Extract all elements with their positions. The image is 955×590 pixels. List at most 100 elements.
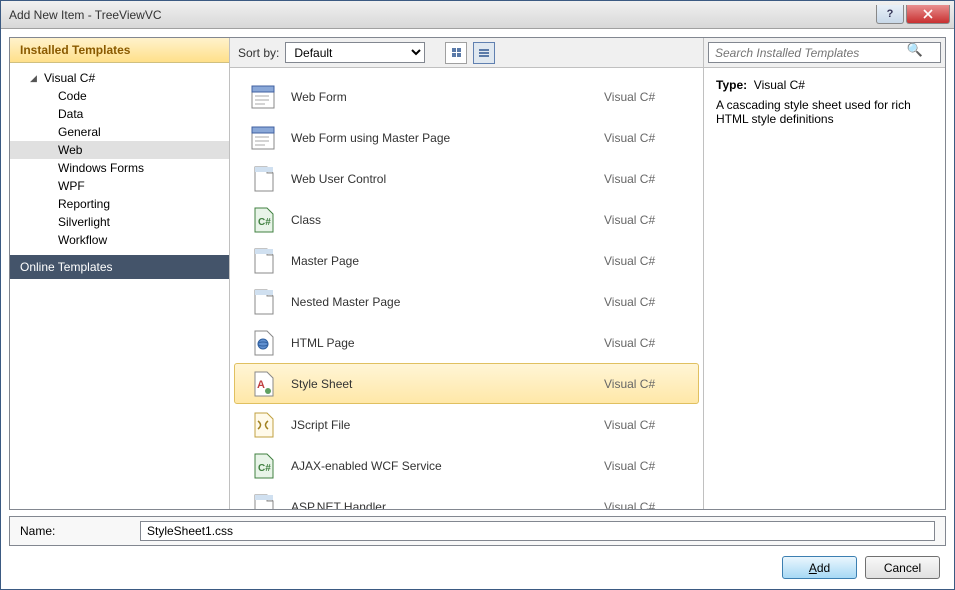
tree-node-code[interactable]: Code bbox=[10, 87, 229, 105]
tree-node-general[interactable]: General bbox=[10, 123, 229, 141]
template-item[interactable]: Nested Master PageVisual C# bbox=[234, 281, 699, 322]
template-tree: ◢ Visual C# CodeData General Web Windows Fo… bbox=[10, 63, 229, 255]
page-icon bbox=[249, 288, 277, 316]
item-category: Visual C# bbox=[604, 336, 684, 350]
view-small-icons-button[interactable] bbox=[445, 42, 467, 64]
item-icon bbox=[249, 165, 277, 193]
template-item[interactable]: Web Form using Master PageVisual C# bbox=[234, 117, 699, 158]
item-name: Style Sheet bbox=[291, 377, 604, 391]
lines-icon bbox=[479, 49, 489, 57]
template-item[interactable]: ASP.NET HandlerVisual C# bbox=[234, 486, 699, 509]
item-icon: C# bbox=[249, 206, 277, 234]
tree-node-label: Web bbox=[58, 143, 82, 157]
item-name: Web Form using Master Page bbox=[291, 131, 604, 145]
item-icon bbox=[249, 329, 277, 357]
installed-templates-header[interactable]: Installed Templates bbox=[10, 38, 229, 63]
template-categories-panel: Installed Templates ◢ Visual C# CodeData… bbox=[10, 38, 230, 509]
template-list[interactable]: Web FormVisual C#Web Form using Master P… bbox=[230, 68, 703, 509]
type-label: Type: bbox=[716, 78, 747, 92]
close-button[interactable] bbox=[906, 5, 950, 24]
tree-node-label: Reporting bbox=[58, 197, 110, 211]
item-icon: C# bbox=[249, 452, 277, 480]
item-category: Visual C# bbox=[604, 90, 684, 104]
tree-node-web[interactable]: Web bbox=[10, 141, 229, 159]
tree-node-label: WPF bbox=[58, 179, 85, 193]
item-icon bbox=[249, 124, 277, 152]
detail-pane: Type: Visual C# A cascading style sheet … bbox=[704, 68, 945, 509]
item-name: Web User Control bbox=[291, 172, 604, 186]
item-category: Visual C# bbox=[604, 418, 684, 432]
item-name: HTML Page bbox=[291, 336, 604, 350]
csharp-icon: C# bbox=[249, 452, 277, 480]
online-templates-header[interactable]: Online Templates bbox=[10, 255, 229, 279]
tree-node-windows-forms[interactable]: Windows Forms bbox=[10, 159, 229, 177]
tree-node-wpf[interactable]: WPF bbox=[10, 177, 229, 195]
tree-node-label: Silverlight bbox=[58, 215, 110, 229]
template-item[interactable]: Web User ControlVisual C# bbox=[234, 158, 699, 199]
list-toolbar: Sort by: Default bbox=[230, 38, 703, 68]
item-category: Visual C# bbox=[604, 377, 684, 391]
dialog-body: Installed Templates ◢ Visual C# CodeData… bbox=[1, 29, 954, 589]
item-category: Visual C# bbox=[604, 172, 684, 186]
tree-node-root[interactable]: ◢ Visual C# bbox=[10, 69, 229, 87]
collapse-icon: ◢ bbox=[30, 73, 40, 83]
type-value: Visual C# bbox=[754, 78, 805, 92]
tree-node-label: General bbox=[58, 125, 101, 139]
item-icon bbox=[249, 247, 277, 275]
tree-node-label: Workflow bbox=[58, 233, 107, 247]
name-label: Name: bbox=[20, 524, 130, 538]
template-item[interactable]: HTML PageVisual C# bbox=[234, 322, 699, 363]
add-button[interactable]: Add bbox=[782, 556, 857, 579]
item-name: ASP.NET Handler bbox=[291, 500, 604, 510]
item-icon bbox=[249, 411, 277, 439]
page-icon bbox=[249, 247, 277, 275]
item-icon bbox=[249, 83, 277, 111]
close-icon bbox=[923, 9, 933, 19]
window-title: Add New Item - TreeViewVC bbox=[9, 8, 162, 22]
main-content: Installed Templates ◢ Visual C# CodeData… bbox=[9, 37, 946, 510]
titlebar-controls: ? bbox=[876, 5, 950, 24]
item-category: Visual C# bbox=[604, 213, 684, 227]
search-input[interactable] bbox=[708, 42, 941, 63]
template-item[interactable]: A Style SheetVisual C# bbox=[234, 363, 699, 404]
template-item[interactable]: Web FormVisual C# bbox=[234, 76, 699, 117]
help-button[interactable]: ? bbox=[876, 5, 904, 24]
grid-icon bbox=[452, 48, 461, 57]
titlebar[interactable]: Add New Item - TreeViewVC ? bbox=[1, 1, 954, 29]
svg-text:C#: C# bbox=[258, 463, 271, 474]
item-category: Visual C# bbox=[604, 254, 684, 268]
tree-node-data[interactable]: Data bbox=[10, 105, 229, 123]
item-name: JScript File bbox=[291, 418, 604, 432]
template-item[interactable]: C#AJAX-enabled WCF ServiceVisual C# bbox=[234, 445, 699, 486]
button-row: Add Cancel bbox=[9, 552, 946, 581]
item-name: Nested Master Page bbox=[291, 295, 604, 309]
item-icon bbox=[249, 288, 277, 316]
cancel-button[interactable]: Cancel bbox=[865, 556, 940, 579]
web-form-icon bbox=[249, 83, 277, 111]
tree-node-label: Windows Forms bbox=[58, 161, 144, 175]
item-category: Visual C# bbox=[604, 131, 684, 145]
jscript-icon bbox=[249, 411, 277, 439]
svg-text:A: A bbox=[257, 379, 265, 391]
name-row: Name: bbox=[9, 516, 946, 546]
view-details-button[interactable] bbox=[473, 42, 495, 64]
template-item[interactable]: JScript FileVisual C# bbox=[234, 404, 699, 445]
search-bar: 🔍 bbox=[704, 38, 945, 68]
item-name: Class bbox=[291, 213, 604, 227]
item-category: Visual C# bbox=[604, 459, 684, 473]
dialog-window: Add New Item - TreeViewVC ? Installed Te… bbox=[0, 0, 955, 590]
sort-select[interactable]: Default bbox=[285, 42, 425, 63]
web-form-icon bbox=[249, 124, 277, 152]
csharp-icon: C# bbox=[249, 206, 277, 234]
tree-node-workflow[interactable]: Workflow bbox=[10, 231, 229, 249]
html-icon bbox=[249, 329, 277, 357]
template-item[interactable]: C# ClassVisual C# bbox=[234, 199, 699, 240]
details-panel: 🔍 Type: Visual C# A cascading style shee… bbox=[703, 38, 945, 509]
description-text: A cascading style sheet used for rich HT… bbox=[716, 98, 933, 126]
item-icon bbox=[249, 493, 277, 510]
item-category: Visual C# bbox=[604, 500, 684, 510]
tree-node-silverlight[interactable]: Silverlight bbox=[10, 213, 229, 231]
name-input[interactable] bbox=[140, 521, 935, 541]
tree-node-reporting[interactable]: Reporting bbox=[10, 195, 229, 213]
template-item[interactable]: Master PageVisual C# bbox=[234, 240, 699, 281]
